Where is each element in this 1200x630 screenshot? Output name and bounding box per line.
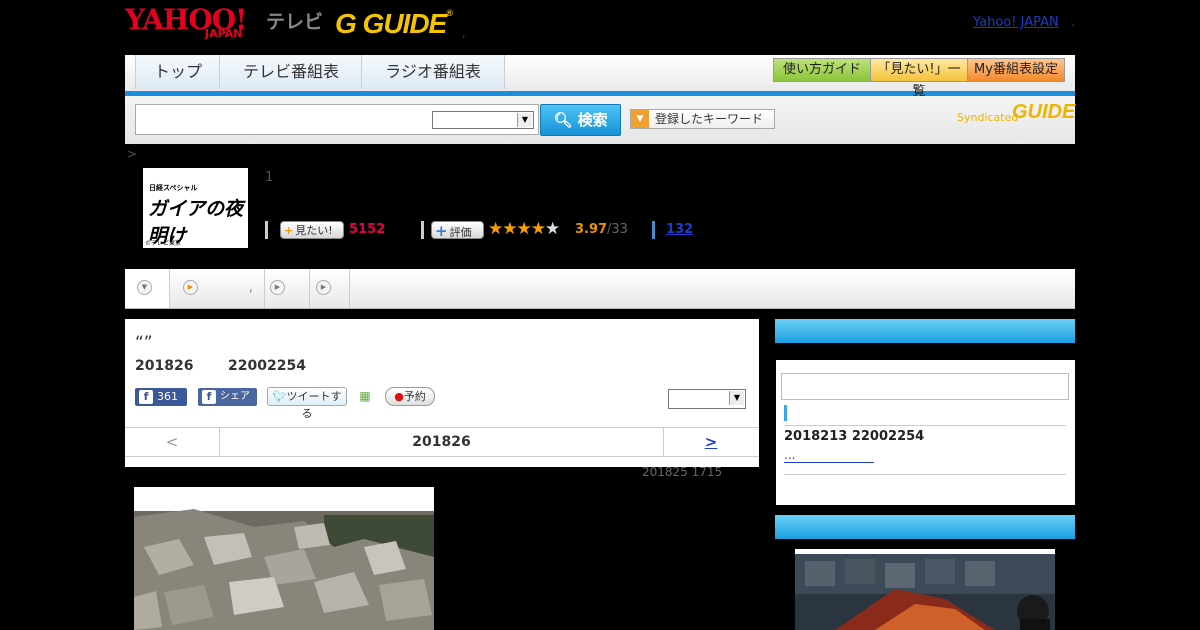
search-icon: 🔍︎ (553, 111, 573, 129)
nav-tab-tv-listings[interactable]: テレビ番組表 (219, 55, 363, 89)
gguide-logo-text: G GUIDE (335, 8, 447, 39)
want-to-watch-button[interactable]: + 見たい! (280, 221, 344, 239)
star-empty-icon: ★ (544, 219, 560, 239)
play-icon: ▶ (270, 280, 285, 295)
add-calendar-icon[interactable]: ▦ (357, 388, 373, 404)
rating-stars: ★★★★★ (488, 219, 560, 239)
sidebar-header (775, 319, 1075, 343)
rate-button[interactable]: + 評価 (431, 221, 484, 240)
rubble-photo-image (134, 487, 434, 630)
saved-keywords-label: 登録したキーワード (655, 112, 764, 126)
program-tabs: ▼ ▶, ▶ ▶ (125, 269, 1075, 309)
yahoo-japan-logo-text: JAPAN (205, 27, 243, 40)
sidebar-input[interactable] (781, 373, 1069, 400)
search-button[interactable]: 🔍︎ 検索 (540, 104, 621, 136)
main-nav: トップ テレビ番組表 ラジオ番組表 使い方ガイド 「見たい!」一覧 My番組表設… (125, 55, 1075, 99)
want-to-watch-count: 5152 (349, 222, 386, 237)
saved-keywords-button[interactable]: ▼ 登録したキーワード (630, 109, 775, 129)
twitter-bird-icon: 🐦︎ (272, 390, 287, 403)
reserve-label: 予約 (403, 390, 426, 403)
tab-dot: , (249, 280, 253, 294)
divider (421, 221, 424, 239)
episode-title: “” (135, 333, 153, 353)
pager-current-date: 201826 (412, 434, 471, 450)
chevron-down-icon: ▼ (517, 113, 532, 127)
tv-label: テレビ (266, 11, 324, 33)
facebook-icon: f (139, 390, 153, 404)
episode-label: 1 (265, 170, 274, 185)
previous-episode-link[interactable]: < (125, 428, 220, 456)
chevron-down-icon: ▼ (631, 110, 649, 128)
gguide-logo[interactable]: G GUIDE® (335, 8, 453, 40)
rating-value: 3.97 (575, 222, 608, 237)
syndicated-gguide-logo: GUIDE (1012, 101, 1076, 123)
my-listings-settings-button[interactable]: My番組表設定 (967, 58, 1065, 82)
share-label: シェア (220, 391, 250, 402)
syndicated-label: Syndicated (957, 111, 1019, 124)
header-link-dot: . (1071, 15, 1076, 30)
reserve-recording-button[interactable]: ●予約 (385, 387, 435, 406)
watchlist-button[interactable]: 「見たい!」一覧 (870, 58, 968, 99)
thumbnail-subtitle: 日経スペシャル (149, 184, 198, 192)
tab-episodes[interactable]: ▶, (169, 269, 265, 308)
broadcast-time: 22002254 (228, 358, 306, 374)
search-category-select[interactable]: ▼ (432, 111, 534, 129)
plus-icon: + (284, 224, 294, 237)
play-icon: ▶ (316, 280, 331, 295)
nav-tab-top[interactable]: トップ (135, 55, 221, 89)
sidebar-date: 2018213 22002254 (784, 429, 925, 444)
update-timestamp: 201825 1715 (642, 465, 723, 479)
thumbnail-copyright: ©テレビ東京 (145, 240, 182, 247)
sidebar-section-marker (784, 405, 787, 421)
want-to-watch-label: 見たい! (295, 224, 333, 237)
broadcast-date: 201826 (135, 358, 194, 374)
divider (265, 221, 268, 239)
chevron-down-icon: ▼ (137, 280, 152, 295)
promo-poster-image[interactable] (795, 549, 1055, 630)
divider (652, 221, 655, 239)
poster-graphic (795, 549, 1055, 630)
record-icon: ● (394, 390, 404, 403)
sidebar-header-2 (775, 515, 1075, 539)
plus-icon: + (435, 222, 448, 240)
sidebar-stripe (775, 343, 1075, 360)
divider (784, 425, 1066, 426)
rate-label: 評価 (449, 226, 472, 239)
star-full-icons: ★★★★ (488, 219, 546, 239)
episode-pager: < 201826 > (125, 427, 759, 457)
yahoo-japan-link[interactable]: Yahoo! JAPAN (973, 15, 1059, 30)
sidebar-related-box (775, 343, 1075, 505)
tweet-button[interactable]: 🐦︎ツイートする (267, 387, 347, 420)
like-count: 361 (157, 390, 178, 403)
tab-third[interactable]: ▶ (264, 269, 310, 308)
episode-select[interactable]: ▼ (668, 389, 746, 409)
program-thumbnail: 日経スペシャル ガイアの夜明け ©テレビ東京 (143, 168, 248, 248)
episode-photo (134, 487, 434, 630)
facebook-icon: f (202, 390, 216, 404)
tab-overview[interactable]: ▼ (125, 269, 170, 308)
nav-tab-radio-listings[interactable]: ラジオ番組表 (361, 55, 505, 89)
play-icon: ▶ (183, 280, 198, 295)
rating-count: /33 (607, 222, 628, 237)
breadcrumb: > (127, 147, 138, 161)
tab-fourth[interactable]: ▶ (309, 269, 350, 308)
sidebar-more-link[interactable]: ... (784, 448, 874, 463)
search-button-label: 検索 (577, 111, 608, 129)
facebook-like-button[interactable]: f 361 (135, 388, 187, 406)
next-episode-link[interactable]: > (663, 428, 758, 456)
chevron-down-icon: ▼ (729, 391, 744, 405)
header-dot: , (462, 27, 466, 40)
facebook-share-button[interactable]: f シェア (198, 388, 257, 406)
divider (784, 474, 1066, 475)
review-count-link[interactable]: 132 (666, 222, 693, 237)
usage-guide-button[interactable]: 使い方ガイド (773, 58, 871, 82)
